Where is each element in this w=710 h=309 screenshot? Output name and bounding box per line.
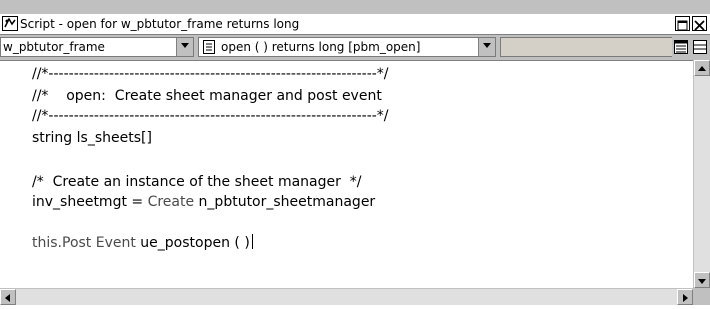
- event-selector-value: open ( ) returns long [pbm_open]: [221, 40, 421, 54]
- scroll-left-button[interactable]: [0, 289, 16, 305]
- script-icon: [2, 16, 18, 31]
- vertical-scrollbar[interactable]: [693, 60, 710, 288]
- script-editor[interactable]: //*-------------------------------------…: [0, 60, 693, 289]
- event-dropdown-button[interactable]: [478, 38, 495, 56]
- maximize-button[interactable]: [675, 16, 690, 31]
- title-bar[interactable]: Script - open for w_pbtutor_frame return…: [0, 14, 710, 35]
- code-line: this.Post Event ue_postopen ( ): [32, 234, 253, 251]
- code-line: //*-------------------------------------…: [32, 108, 389, 124]
- window-title: Script - open for w_pbtutor_frame return…: [20, 17, 300, 31]
- code-text: ue_postopen ( ): [135, 235, 250, 251]
- object-selector-value: w_pbtutor_frame: [3, 40, 105, 54]
- close-button[interactable]: [692, 16, 707, 31]
- maximize-icon: [677, 20, 688, 31]
- scroll-up-icon: [698, 66, 706, 71]
- horizontal-scrollbar[interactable]: [0, 288, 693, 305]
- code-line: //*-------------------------------------…: [32, 66, 389, 82]
- code-keyword: Create: [147, 194, 195, 210]
- code-text: inv_sheetmgt =: [32, 194, 148, 210]
- code-text: n_pbtutor_sheetmanager: [194, 194, 376, 210]
- code-line: //* open: Create sheet manager and post …: [32, 88, 382, 104]
- code-keyword: Post Event: [62, 235, 136, 251]
- scroll-down-button[interactable]: [694, 272, 710, 288]
- event-script-icon: [203, 40, 215, 54]
- ancestor-selector[interactable]: [500, 37, 690, 57]
- code-line: inv_sheetmgt = Create n_pbtutor_sheetman…: [32, 194, 375, 210]
- paste-special-button[interactable]: [672, 37, 690, 57]
- dropdown-arrow-icon: [181, 43, 189, 48]
- scroll-right-button[interactable]: [677, 289, 693, 305]
- scroll-up-button[interactable]: [694, 60, 710, 76]
- code-line: string ls_sheets[]: [32, 130, 152, 146]
- scrollbar-corner: [693, 288, 710, 305]
- script-window: Script - open for w_pbtutor_frame return…: [0, 0, 710, 305]
- paste-special-icon: [674, 40, 688, 54]
- paste-statement-icon: [693, 40, 707, 54]
- close-icon: [694, 20, 705, 31]
- code-keyword: this.: [32, 235, 62, 251]
- object-dropdown-button[interactable]: [176, 38, 193, 56]
- scroll-left-icon: [5, 294, 10, 302]
- event-selector[interactable]: open ( ) returns long [pbm_open]: [198, 37, 496, 57]
- scroll-down-icon: [698, 279, 706, 284]
- script-toolbar: w_pbtutor_frame open ( ) returns long [p…: [0, 35, 710, 59]
- scroll-right-icon: [683, 294, 688, 302]
- paste-statement-button[interactable]: [691, 37, 709, 57]
- text-cursor: [251, 234, 253, 249]
- code-line: /* Create an instance of the sheet manag…: [32, 174, 362, 190]
- object-selector[interactable]: w_pbtutor_frame: [0, 37, 194, 57]
- dropdown-arrow-icon: [483, 43, 491, 48]
